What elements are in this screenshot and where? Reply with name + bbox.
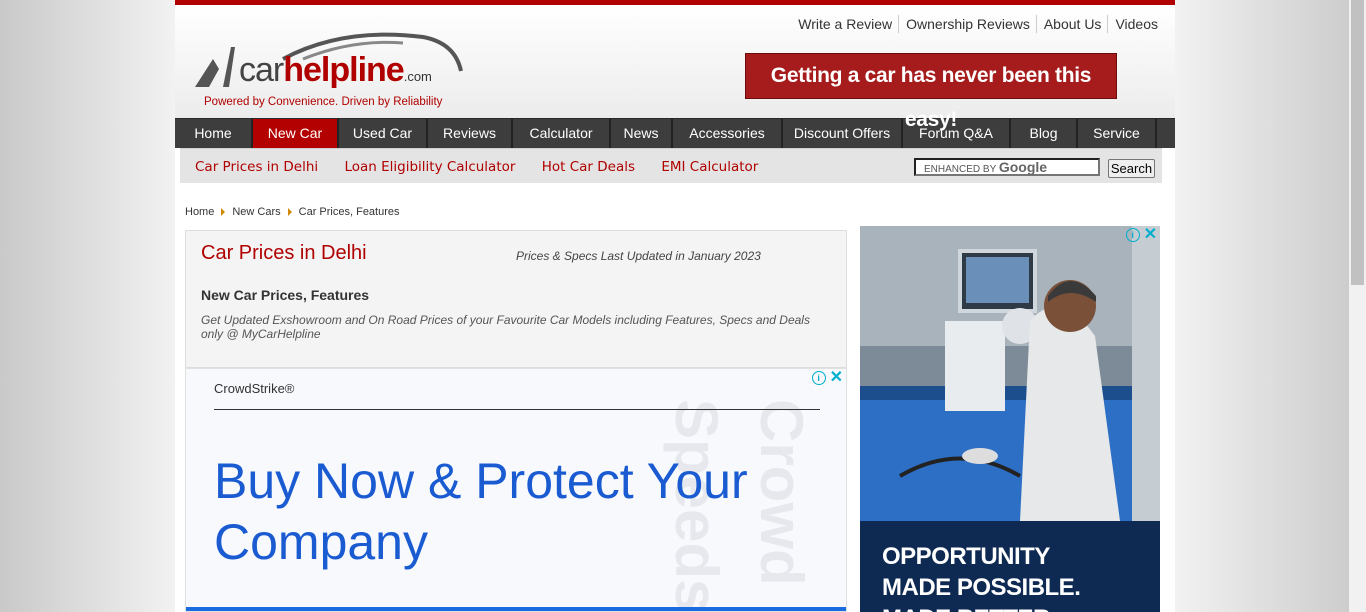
ad-headline: Buy Now & Protect Your Company <box>214 451 748 573</box>
logo-car: car <box>239 51 284 89</box>
ad-choices: i ✕ <box>811 370 843 386</box>
sub-nav-loan-eligibility[interactable]: Loan Eligibility Calculator <box>344 159 515 175</box>
search-button[interactable]: Search <box>1108 159 1155 178</box>
breadcrumb: Home New Cars Car Prices, Features <box>185 206 400 218</box>
page: Write a Review Ownership Reviews About U… <box>175 0 1175 612</box>
sub-nav-emi-calculator[interactable]: EMI Calculator <box>661 159 758 175</box>
nav-new-car[interactable]: New Car <box>253 119 339 148</box>
nav-reviews[interactable]: Reviews <box>428 119 513 148</box>
ad-headline-line2: Company <box>214 514 428 570</box>
nav-service[interactable]: Service <box>1078 119 1157 148</box>
side-ad-info-icon[interactable]: i <box>1125 228 1140 242</box>
header: Write a Review Ownership Reviews About U… <box>175 5 1175 131</box>
side-ad-line1: OPPORTUNITY <box>882 543 1050 570</box>
breadcrumb-arrow-icon <box>287 208 292 216</box>
site-logo[interactable]: carhelpline.com Powered by Convenience. … <box>193 29 503 113</box>
nav-news[interactable]: News <box>611 119 673 148</box>
videos-link[interactable]: Videos <box>1107 15 1164 33</box>
breadcrumb-arrow-icon <box>221 208 226 216</box>
sub-nav-links: Car Prices in Delhi Loan Eligibility Cal… <box>195 159 780 175</box>
nav-home[interactable]: Home <box>175 119 253 148</box>
about-us-link[interactable]: About Us <box>1035 15 1108 33</box>
logo-com: .com <box>403 69 432 84</box>
last-updated: Prices & Specs Last Updated in January 2… <box>516 249 761 263</box>
page-subtitle: New Car Prices, Features <box>201 287 370 303</box>
lab-photo <box>860 226 1160 521</box>
logo-helpline: helpline <box>283 51 404 89</box>
sub-nav: Car Prices in Delhi Loan Eligibility Cal… <box>180 148 1162 183</box>
nav-used-car[interactable]: Used Car <box>339 119 428 148</box>
ad-divider <box>214 409 820 410</box>
scrollbar-thumb[interactable] <box>1351 0 1364 285</box>
page-description: Get Updated Exshowroom and On Road Price… <box>201 313 810 341</box>
nav-accessories[interactable]: Accessories <box>673 119 783 148</box>
crowdstrike-ad[interactable]: Crowd Speeds CrowdStrike® Buy Now & Prot… <box>185 368 847 612</box>
search-enhanced-by: ENHANCED BY <box>924 164 997 175</box>
breadcrumb-home[interactable]: Home <box>185 206 214 218</box>
nav-calculator[interactable]: Calculator <box>513 119 611 148</box>
side-ad[interactable]: i ✕ OPPORTUNITY MADE POSSIBLE. MADE BETT… <box>860 226 1160 612</box>
top-links: Write a Review Ownership Reviews About U… <box>791 15 1164 33</box>
main-nav: Home New Car Used Car Reviews Calculator… <box>175 118 1175 148</box>
side-ad-line3: MADE BETTER. <box>882 603 1080 612</box>
ad-headline-line1: Buy Now & Protect Your <box>214 453 748 509</box>
side-ad-choices: i ✕ <box>1125 227 1157 243</box>
page-intro: Car Prices in Delhi Prices & Specs Last … <box>185 230 847 368</box>
nav-discount-offers[interactable]: Discount Offers <box>783 119 903 148</box>
side-ad-line2: MADE POSSIBLE. <box>882 574 1081 601</box>
sub-nav-hot-car-deals[interactable]: Hot Car Deals <box>542 159 635 175</box>
ad-brand: CrowdStrike® <box>214 381 295 396</box>
page-scrollbar[interactable] <box>1349 0 1366 612</box>
ad-info-icon[interactable]: i <box>811 371 826 385</box>
breadcrumb-new-cars[interactable]: New Cars <box>232 206 280 218</box>
side-ad-close-icon[interactable]: ✕ <box>1144 227 1157 243</box>
page-title: Car Prices in Delhi <box>201 242 367 264</box>
ad-bottom-bar <box>186 607 846 611</box>
logo-wordmark: carhelpline.com <box>239 51 432 90</box>
logo-tagline: Powered by Convenience. Driven by Reliab… <box>204 96 443 108</box>
nav-blog[interactable]: Blog <box>1011 119 1078 148</box>
breadcrumb-current: Car Prices, Features <box>298 206 400 218</box>
ad-close-icon[interactable]: ✕ <box>830 370 843 386</box>
google-logo: Google <box>998 159 1048 175</box>
ad-watermark: Crowd <box>748 399 815 586</box>
side-ad-headline: OPPORTUNITY MADE POSSIBLE. MADE BETTER. <box>882 541 1081 612</box>
write-review-link[interactable]: Write a Review <box>791 15 898 33</box>
search-input[interactable]: ENHANCED BY Google <box>914 158 1100 176</box>
sub-nav-car-prices-delhi[interactable]: Car Prices in Delhi <box>195 159 318 175</box>
ownership-reviews-link[interactable]: Ownership Reviews <box>898 15 1036 33</box>
promo-banner[interactable]: Getting a car has never been this easy! <box>745 53 1117 131</box>
